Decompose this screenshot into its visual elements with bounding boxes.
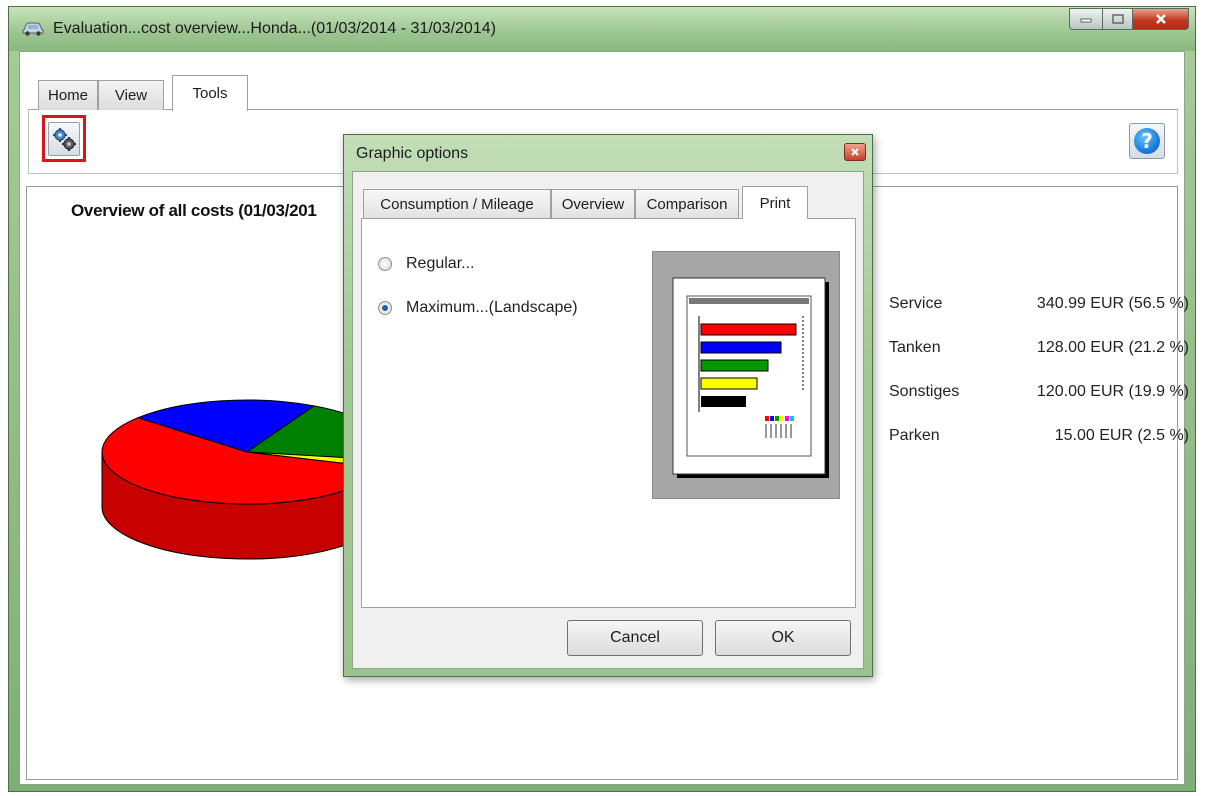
help-button[interactable]: ? xyxy=(1129,123,1165,159)
legend-value: 128.00 EUR (21.2 %) xyxy=(1036,339,1189,356)
minimize-button[interactable] xyxy=(1069,8,1103,30)
legend-item: Service 340.99 EUR (56.5 %) xyxy=(889,295,1189,339)
maximize-button[interactable] xyxy=(1103,8,1133,30)
help-icon: ? xyxy=(1134,128,1160,154)
window-controls xyxy=(1069,8,1189,30)
close-button[interactable] xyxy=(1133,8,1189,30)
settings-button-face xyxy=(48,121,80,156)
tab-view[interactable]: View xyxy=(98,80,164,110)
close-icon xyxy=(1155,14,1166,24)
legend-value: 340.99 EUR (56.5 %) xyxy=(1036,295,1189,312)
tab-home[interactable]: Home xyxy=(38,80,98,110)
ribbon-tabs: Home View Tools xyxy=(28,74,1178,111)
regular-label: Regular... xyxy=(406,255,475,272)
legend-item: Parken 15.00 EUR (2.5 %) xyxy=(889,427,1189,471)
ok-button[interactable]: OK xyxy=(715,620,851,656)
tab-tools[interactable]: Tools xyxy=(172,75,248,111)
option-regular[interactable]: Regular... xyxy=(378,253,474,275)
graphic-options-button[interactable] xyxy=(42,115,86,162)
close-icon xyxy=(851,148,859,156)
legend-label: Parken xyxy=(889,427,940,444)
cancel-button[interactable]: Cancel xyxy=(567,620,703,656)
legend-value: 120.00 EUR (19.9 %) xyxy=(1036,383,1189,400)
window-title: Evaluation...cost overview...Honda...(01… xyxy=(53,20,496,37)
legend-label: Sonstiges xyxy=(889,383,960,400)
option-maximum-landscape[interactable]: Maximum...(Landscape) xyxy=(378,297,578,319)
car-icon xyxy=(22,22,44,36)
chart-legend: Service 340.99 EUR (56.5 %) Tanken 128.0… xyxy=(889,295,1189,471)
dialog-body: Consumption / Mileage Overview Compariso… xyxy=(352,171,864,669)
legend-label: Tanken xyxy=(889,339,941,356)
tab-print[interactable]: Print xyxy=(742,186,808,219)
print-preview-image xyxy=(672,277,829,478)
minimize-icon xyxy=(1080,18,1092,23)
legend-item: Tanken 128.00 EUR (21.2 %) xyxy=(889,339,1189,383)
gears-icon xyxy=(53,127,76,151)
regular-radio[interactable] xyxy=(378,257,392,271)
dialog-tabs: Consumption / Mileage Overview Compariso… xyxy=(361,184,856,219)
maximum-landscape-label: Maximum...(Landscape) xyxy=(406,299,578,316)
tab-comparison[interactable]: Comparison xyxy=(635,189,739,218)
title-bar[interactable]: Evaluation...cost overview...Honda...(01… xyxy=(9,7,1195,51)
dialog-close-button[interactable] xyxy=(844,143,866,161)
tab-overview[interactable]: Overview xyxy=(551,189,635,218)
print-preview xyxy=(652,251,840,499)
tab-consumption-mileage[interactable]: Consumption / Mileage xyxy=(363,189,551,218)
print-options-panel: Regular... Maximum...(Landscape) xyxy=(361,218,856,608)
dialog-title: Graphic options xyxy=(356,145,469,162)
legend-value: 15.00 EUR (2.5 %) xyxy=(1054,427,1189,444)
maximize-icon xyxy=(1111,14,1124,24)
graphic-options-dialog: Graphic options Consumption / Mileage Ov… xyxy=(343,134,873,677)
maximum-landscape-radio[interactable] xyxy=(378,301,392,315)
legend-label: Service xyxy=(889,295,943,312)
legend-item: Sonstiges 120.00 EUR (19.9 %) xyxy=(889,383,1189,427)
chart-title: Overview of all costs (01/03/201 xyxy=(71,201,317,220)
